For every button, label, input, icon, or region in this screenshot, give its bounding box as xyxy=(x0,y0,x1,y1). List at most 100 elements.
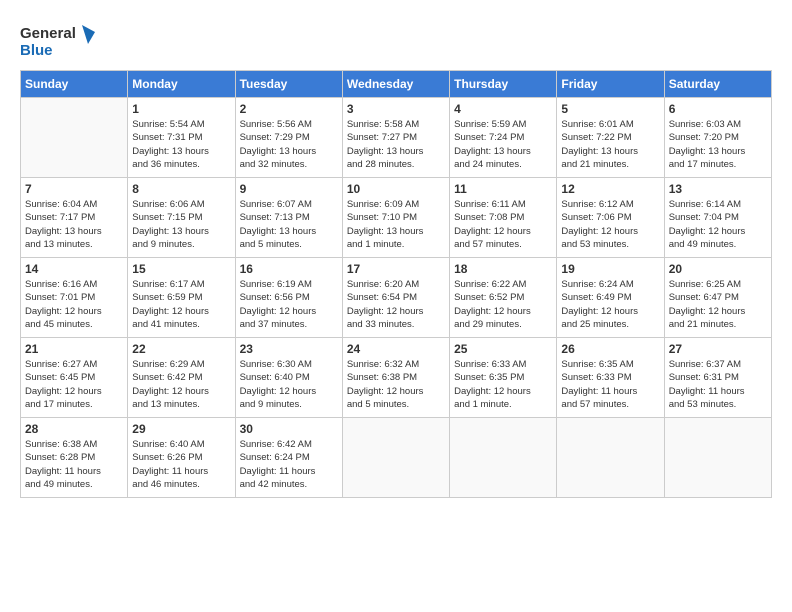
day-info: Sunrise: 6:12 AM Sunset: 7:06 PM Dayligh… xyxy=(561,198,659,251)
calendar-cell xyxy=(450,418,557,498)
day-info: Sunrise: 6:22 AM Sunset: 6:52 PM Dayligh… xyxy=(454,278,552,331)
day-number: 16 xyxy=(240,262,338,276)
day-info: Sunrise: 5:56 AM Sunset: 7:29 PM Dayligh… xyxy=(240,118,338,171)
page-header: GeneralBlue xyxy=(20,20,772,60)
day-number: 26 xyxy=(561,342,659,356)
calendar-cell: 18 Sunrise: 6:22 AM Sunset: 6:52 PM Dayli… xyxy=(450,258,557,338)
day-number: 2 xyxy=(240,102,338,116)
calendar-week-2: 7 Sunrise: 6:04 AM Sunset: 7:17 PM Daylig… xyxy=(21,178,772,258)
logo: GeneralBlue xyxy=(20,20,100,60)
day-info: Sunrise: 6:24 AM Sunset: 6:49 PM Dayligh… xyxy=(561,278,659,331)
day-info: Sunrise: 6:06 AM Sunset: 7:15 PM Dayligh… xyxy=(132,198,230,251)
day-number: 10 xyxy=(347,182,445,196)
day-info: Sunrise: 6:35 AM Sunset: 6:33 PM Dayligh… xyxy=(561,358,659,411)
calendar-cell: 15 Sunrise: 6:17 AM Sunset: 6:59 PM Dayli… xyxy=(128,258,235,338)
calendar-week-5: 28 Sunrise: 6:38 AM Sunset: 6:28 PM Dayli… xyxy=(21,418,772,498)
calendar-cell xyxy=(557,418,664,498)
day-info: Sunrise: 6:37 AM Sunset: 6:31 PM Dayligh… xyxy=(669,358,767,411)
day-info: Sunrise: 6:19 AM Sunset: 6:56 PM Dayligh… xyxy=(240,278,338,331)
day-number: 30 xyxy=(240,422,338,436)
svg-text:Blue: Blue xyxy=(20,42,53,59)
weekday-header-friday: Friday xyxy=(557,71,664,98)
day-number: 19 xyxy=(561,262,659,276)
calendar-cell: 24 Sunrise: 6:32 AM Sunset: 6:38 PM Dayli… xyxy=(342,338,449,418)
calendar-cell: 8 Sunrise: 6:06 AM Sunset: 7:15 PM Daylig… xyxy=(128,178,235,258)
day-number: 15 xyxy=(132,262,230,276)
logo-icon: GeneralBlue xyxy=(20,20,100,60)
day-number: 29 xyxy=(132,422,230,436)
day-number: 4 xyxy=(454,102,552,116)
day-number: 18 xyxy=(454,262,552,276)
day-number: 6 xyxy=(669,102,767,116)
day-info: Sunrise: 6:04 AM Sunset: 7:17 PM Dayligh… xyxy=(25,198,123,251)
calendar-cell xyxy=(342,418,449,498)
day-number: 11 xyxy=(454,182,552,196)
calendar-cell: 9Sunrise: 6:07 AM Sunset: 7:13 PM Daylig… xyxy=(235,178,342,258)
day-info: Sunrise: 5:54 AM Sunset: 7:31 PM Dayligh… xyxy=(132,118,230,171)
day-number: 20 xyxy=(669,262,767,276)
day-info: Sunrise: 6:09 AM Sunset: 7:10 PM Dayligh… xyxy=(347,198,445,251)
day-number: 14 xyxy=(25,262,123,276)
calendar-cell: 2 Sunrise: 5:56 AM Sunset: 7:29 PM Daylig… xyxy=(235,98,342,178)
svg-text:General: General xyxy=(20,25,76,42)
calendar-cell: 23Sunrise: 6:30 AM Sunset: 6:40 PM Dayli… xyxy=(235,338,342,418)
calendar-cell: 3Sunrise: 5:58 AM Sunset: 7:27 PM Daylig… xyxy=(342,98,449,178)
calendar-cell: 12 Sunrise: 6:12 AM Sunset: 7:06 PM Dayli… xyxy=(557,178,664,258)
day-info: Sunrise: 6:11 AM Sunset: 7:08 PM Dayligh… xyxy=(454,198,552,251)
calendar-table: SundayMondayTuesdayWednesdayThursdayFrid… xyxy=(20,70,772,498)
calendar-cell: 17 Sunrise: 6:20 AM Sunset: 6:54 PM Dayli… xyxy=(342,258,449,338)
calendar-cell: 13 Sunrise: 6:14 AM Sunset: 7:04 PM Dayli… xyxy=(664,178,771,258)
calendar-cell: 6Sunrise: 6:03 AM Sunset: 7:20 PM Daylig… xyxy=(664,98,771,178)
weekday-header-wednesday: Wednesday xyxy=(342,71,449,98)
day-number: 21 xyxy=(25,342,123,356)
day-info: Sunrise: 6:32 AM Sunset: 6:38 PM Dayligh… xyxy=(347,358,445,411)
weekday-header-sunday: Sunday xyxy=(21,71,128,98)
calendar-week-3: 14Sunrise: 6:16 AM Sunset: 7:01 PM Dayli… xyxy=(21,258,772,338)
calendar-cell: 20 Sunrise: 6:25 AM Sunset: 6:47 PM Dayli… xyxy=(664,258,771,338)
calendar-cell: 30 Sunrise: 6:42 AM Sunset: 6:24 PM Dayli… xyxy=(235,418,342,498)
day-info: Sunrise: 6:29 AM Sunset: 6:42 PM Dayligh… xyxy=(132,358,230,411)
calendar-cell: 7 Sunrise: 6:04 AM Sunset: 7:17 PM Daylig… xyxy=(21,178,128,258)
calendar-week-1: 1 Sunrise: 5:54 AM Sunset: 7:31 PM Daylig… xyxy=(21,98,772,178)
day-number: 28 xyxy=(25,422,123,436)
calendar-header: SundayMondayTuesdayWednesdayThursdayFrid… xyxy=(21,71,772,98)
day-number: 27 xyxy=(669,342,767,356)
day-info: Sunrise: 6:14 AM Sunset: 7:04 PM Dayligh… xyxy=(669,198,767,251)
calendar-cell: 1 Sunrise: 5:54 AM Sunset: 7:31 PM Daylig… xyxy=(128,98,235,178)
day-info: Sunrise: 6:20 AM Sunset: 6:54 PM Dayligh… xyxy=(347,278,445,331)
day-info: Sunrise: 6:33 AM Sunset: 6:35 PM Dayligh… xyxy=(454,358,552,411)
calendar-cell: 19 Sunrise: 6:24 AM Sunset: 6:49 PM Dayli… xyxy=(557,258,664,338)
day-info: Sunrise: 6:38 AM Sunset: 6:28 PM Dayligh… xyxy=(25,438,123,491)
calendar-cell: 28 Sunrise: 6:38 AM Sunset: 6:28 PM Dayli… xyxy=(21,418,128,498)
day-number: 7 xyxy=(25,182,123,196)
calendar-cell xyxy=(21,98,128,178)
calendar-cell: 25 Sunrise: 6:33 AM Sunset: 6:35 PM Dayli… xyxy=(450,338,557,418)
calendar-body: 1 Sunrise: 5:54 AM Sunset: 7:31 PM Daylig… xyxy=(21,98,772,498)
day-info: Sunrise: 6:42 AM Sunset: 6:24 PM Dayligh… xyxy=(240,438,338,491)
weekday-header-monday: Monday xyxy=(128,71,235,98)
day-info: Sunrise: 5:59 AM Sunset: 7:24 PM Dayligh… xyxy=(454,118,552,171)
calendar-cell: 21 Sunrise: 6:27 AM Sunset: 6:45 PM Dayli… xyxy=(21,338,128,418)
calendar-week-4: 21 Sunrise: 6:27 AM Sunset: 6:45 PM Dayli… xyxy=(21,338,772,418)
day-number: 3 xyxy=(347,102,445,116)
day-number: 8 xyxy=(132,182,230,196)
day-info: Sunrise: 6:27 AM Sunset: 6:45 PM Dayligh… xyxy=(25,358,123,411)
calendar-cell: 10 Sunrise: 6:09 AM Sunset: 7:10 PM Dayli… xyxy=(342,178,449,258)
calendar-cell: 26 Sunrise: 6:35 AM Sunset: 6:33 PM Dayli… xyxy=(557,338,664,418)
day-number: 12 xyxy=(561,182,659,196)
day-info: Sunrise: 6:01 AM Sunset: 7:22 PM Dayligh… xyxy=(561,118,659,171)
day-number: 1 xyxy=(132,102,230,116)
day-info: Sunrise: 6:25 AM Sunset: 6:47 PM Dayligh… xyxy=(669,278,767,331)
day-info: Sunrise: 6:30 AM Sunset: 6:40 PM Dayligh… xyxy=(240,358,338,411)
calendar-cell xyxy=(664,418,771,498)
day-number: 24 xyxy=(347,342,445,356)
day-number: 17 xyxy=(347,262,445,276)
day-number: 25 xyxy=(454,342,552,356)
day-info: Sunrise: 6:17 AM Sunset: 6:59 PM Dayligh… xyxy=(132,278,230,331)
day-info: Sunrise: 6:07 AM Sunset: 7:13 PM Dayligh… xyxy=(240,198,338,251)
calendar-cell: 11 Sunrise: 6:11 AM Sunset: 7:08 PM Dayli… xyxy=(450,178,557,258)
day-number: 13 xyxy=(669,182,767,196)
calendar-cell: 27 Sunrise: 6:37 AM Sunset: 6:31 PM Dayli… xyxy=(664,338,771,418)
calendar-cell: 29Sunrise: 6:40 AM Sunset: 6:26 PM Dayli… xyxy=(128,418,235,498)
calendar-cell: 16 Sunrise: 6:19 AM Sunset: 6:56 PM Dayli… xyxy=(235,258,342,338)
